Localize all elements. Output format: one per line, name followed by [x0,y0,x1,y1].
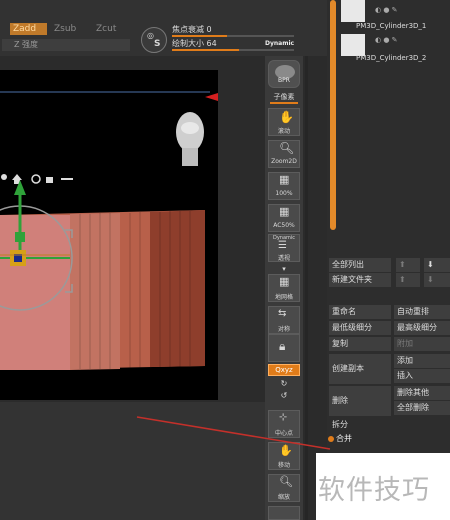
annotation-arrow [136,416,331,450]
watermark-text: 软件技巧 [318,475,430,506]
